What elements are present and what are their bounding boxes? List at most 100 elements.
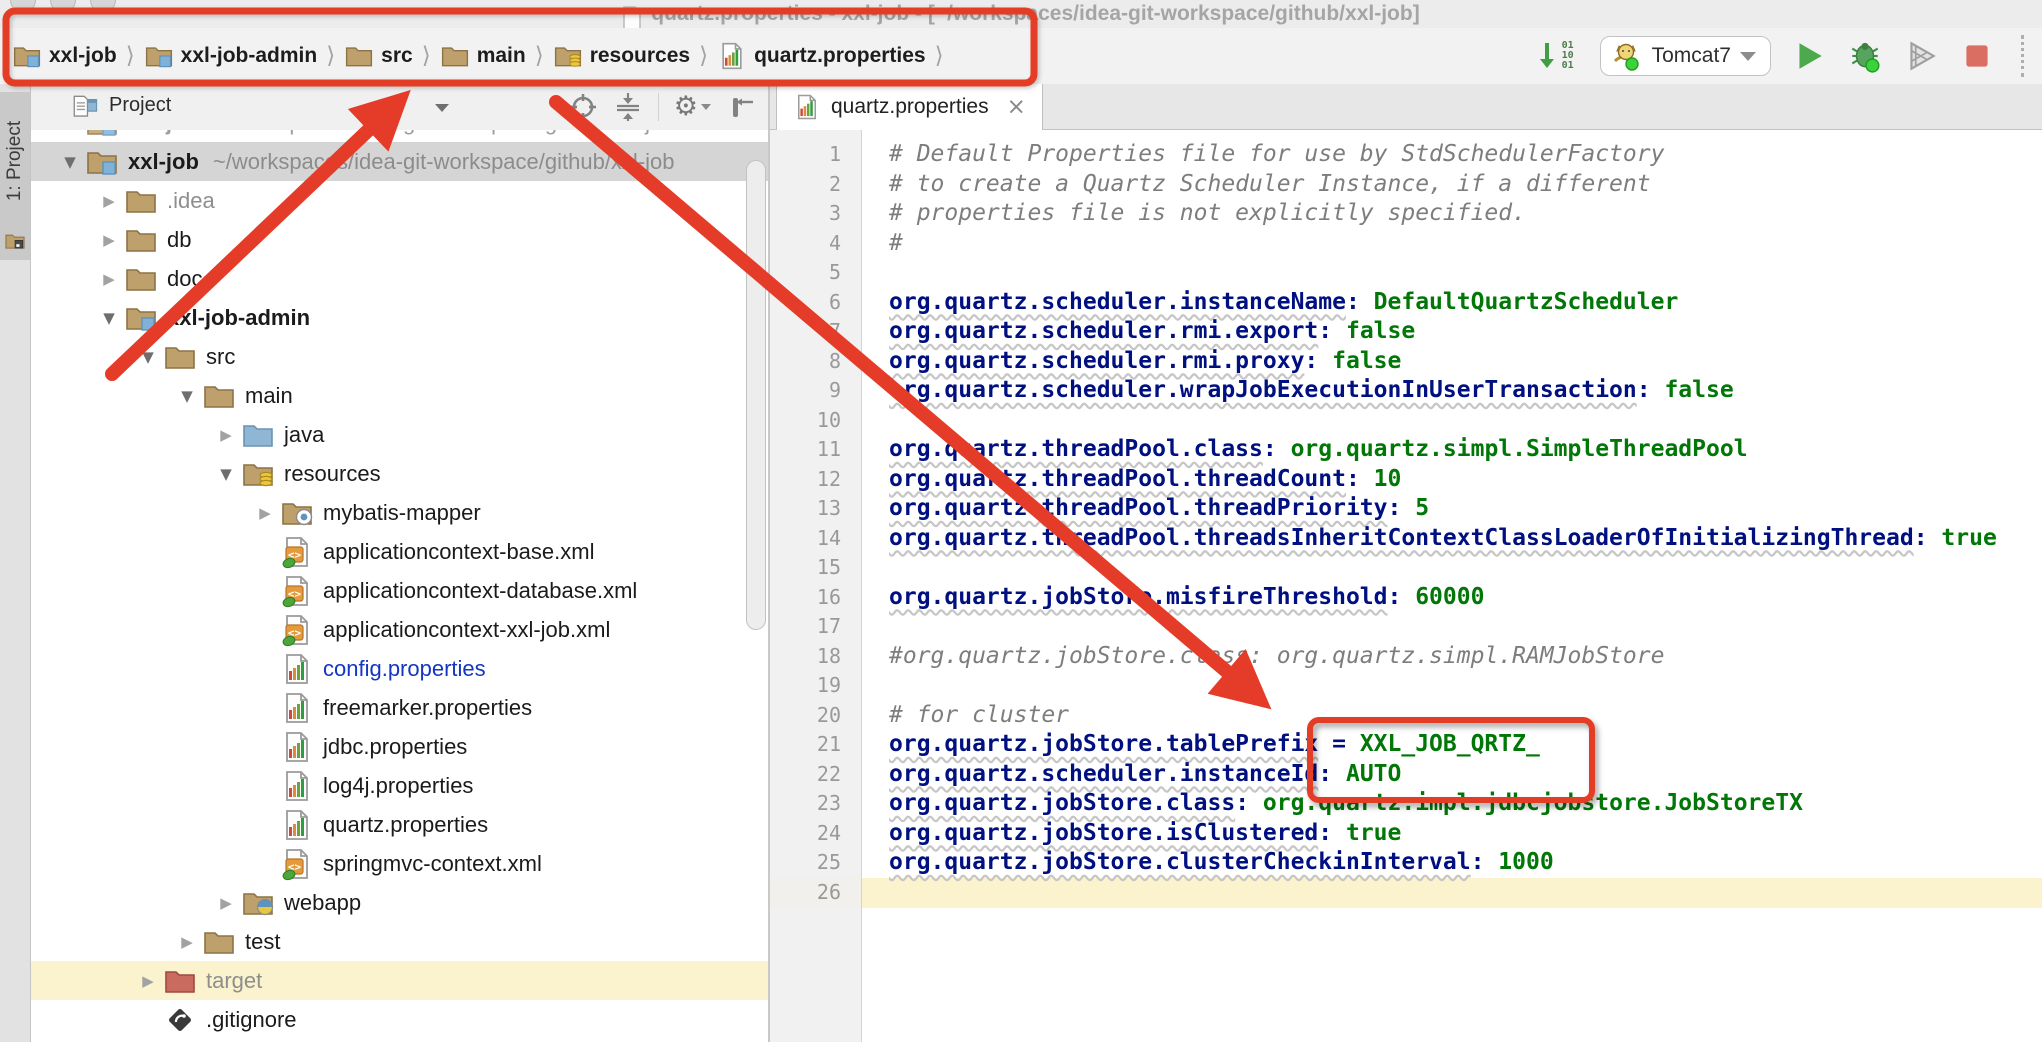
- project-tree: ▼xxl-job~/workspaces/idea-git-workspace/…: [31, 130, 768, 1042]
- breadcrumb-item-src[interactable]: src: [344, 41, 413, 71]
- tree-row-jdbc.properties[interactable]: jdbc.properties: [31, 727, 768, 766]
- code-line-25: org.quartz.jobStore.clusterCheckinInterv…: [863, 848, 2042, 878]
- window-title: quartz.properties - xxl-job - [~/workspa…: [651, 2, 1419, 26]
- run-with-coverage-button[interactable]: [1903, 38, 1939, 74]
- tree-row-applicationcontext-database.xml[interactable]: <>applicationcontext-database.xml: [31, 571, 768, 610]
- properties-file-icon: [793, 93, 821, 121]
- tree-row-test[interactable]: ▶test: [31, 922, 768, 961]
- tree-row-springmvc-context.xml[interactable]: <>springmvc-context.xml: [31, 844, 768, 883]
- tree-row-java[interactable]: ▶java: [31, 415, 768, 454]
- chevron-down-icon[interactable]: [435, 104, 449, 112]
- code-line-9: org.quartz.scheduler.wrapJobExecutionInU…: [863, 376, 2042, 406]
- run-configuration-select[interactable]: Tomcat7: [1600, 36, 1771, 76]
- tree-row-main[interactable]: ▼main: [31, 376, 768, 415]
- tree-row-mybatis-mapper[interactable]: ▶ mybatis-mapper: [31, 493, 768, 532]
- tree-row-applicationcontext-base.xml[interactable]: <>applicationcontext-base.xml: [31, 532, 768, 571]
- tree-item-label: freemarker.properties: [323, 695, 532, 721]
- toolbar-drag-handle[interactable]: [2021, 35, 2028, 77]
- expand-arrow-icon[interactable]: ▶: [172, 933, 202, 951]
- expand-arrow-icon[interactable]: ▶: [94, 192, 124, 210]
- line-number: 1: [770, 140, 861, 170]
- line-number: 25: [770, 848, 861, 878]
- properties-file-icon: [280, 730, 314, 764]
- collapse-arrow-icon[interactable]: ▼: [55, 130, 85, 132]
- breadcrumb-item-main[interactable]: main: [440, 41, 526, 71]
- expand-arrow-icon[interactable]: ▶: [250, 504, 280, 522]
- tree-row-doc[interactable]: ▶ doc: [31, 259, 768, 298]
- project-view-icon: [71, 93, 99, 121]
- tree-row-xxl-job[interactable]: ▼xxl-job~/workspaces/idea-git-workspace/…: [31, 130, 768, 142]
- java-folder-icon: [241, 418, 275, 452]
- close-icon[interactable]: ×: [1007, 94, 1026, 120]
- tree-item-label: applicationcontext-xxl-job.xml: [323, 617, 610, 643]
- settings-gear-button[interactable]: ⚙: [674, 93, 711, 121]
- spring-xml-icon: <>: [280, 613, 314, 647]
- tree-row-applicationcontext-xxl-job.xml[interactable]: <> applicationcontext-xxl-job.xml: [31, 610, 768, 649]
- line-number: 21: [770, 730, 861, 760]
- title-bar: quartz.properties - xxl-job - [~/workspa…: [0, 0, 2042, 29]
- project-tool-window-label: 1: Project: [4, 94, 26, 228]
- breadcrumb-item-xxl-job-admin[interactable]: xxl-job-admin: [144, 41, 318, 71]
- folder-icon: [202, 379, 236, 413]
- collapse-arrow-icon[interactable]: ▼: [94, 309, 124, 327]
- breadcrumb-item-quartz.properties[interactable]: quartz.properties: [717, 41, 926, 71]
- breadcrumb-item-resources[interactable]: resources: [553, 41, 690, 71]
- tree-item-label: config.properties: [323, 656, 486, 682]
- editor-code-area[interactable]: # Default Properties file for use by Std…: [863, 130, 2042, 1042]
- tree-scrollbar[interactable]: [746, 160, 766, 630]
- collapse-arrow-icon[interactable]: ▼: [133, 348, 163, 366]
- tree-row-target[interactable]: ▶target: [31, 961, 768, 1000]
- update-project-button[interactable]: 011001: [1528, 38, 1580, 74]
- breadcrumb: xxl-job⟩xxl-job-admin⟩src⟩main⟩resources…: [12, 28, 953, 84]
- project-panel-title[interactable]: Project: [109, 94, 171, 117]
- tree-row-db[interactable]: ▶ db: [31, 220, 768, 259]
- tree-row-.idea[interactable]: ▶.idea: [31, 181, 768, 220]
- tree-row-.gitignore[interactable]: .gitignore: [31, 1000, 768, 1039]
- breadcrumb-item-xxl-job[interactable]: xxl-job: [12, 41, 117, 71]
- run-button[interactable]: [1791, 38, 1827, 74]
- code-line-16: org.quartz.jobStore.misfireThreshold: 60…: [863, 583, 2042, 613]
- ide-window: quartz.properties - xxl-job - [~/workspa…: [0, 0, 2042, 1042]
- tab-quartz-properties[interactable]: quartz.properties ×: [776, 84, 1043, 130]
- breadcrumb-separator: ⟩: [126, 43, 135, 69]
- line-number: 24: [770, 819, 861, 849]
- code-editor[interactable]: 1234567891011121314151617181920212223242…: [770, 130, 2042, 1042]
- resources-folder-icon: [241, 457, 275, 491]
- collapse-arrow-icon[interactable]: ▼: [172, 387, 202, 405]
- tree-row-xxl-job[interactable]: ▼xxl-job~/workspaces/idea-git-workspace/…: [31, 142, 768, 181]
- stop-button[interactable]: [1959, 38, 1995, 74]
- tree-item-label: quartz.properties: [323, 812, 488, 838]
- tree-row-config.properties[interactable]: config.properties: [31, 649, 768, 688]
- tree-row-webapp[interactable]: ▶webapp: [31, 883, 768, 922]
- tree-item-label: doc: [167, 266, 202, 292]
- tree-row-freemarker.properties[interactable]: freemarker.properties: [31, 688, 768, 727]
- tree-item-label: resources: [284, 461, 381, 487]
- breadcrumb-separator: ⟩: [422, 43, 431, 69]
- tree-item-label: .gitignore: [206, 1007, 297, 1033]
- tree-row-log4j.properties[interactable]: log4j.properties: [31, 766, 768, 805]
- collapse-arrow-icon[interactable]: ▼: [211, 465, 241, 483]
- editor-tab-bar: quartz.properties ×: [770, 84, 2042, 130]
- tree-row-xxl-job-admin[interactable]: ▼xxl-job-admin: [31, 298, 768, 337]
- tree-row-src[interactable]: ▼src: [31, 337, 768, 376]
- vcs-update-icon: [1534, 40, 1560, 72]
- debug-button[interactable]: [1847, 38, 1883, 74]
- tree-item-label: mybatis-mapper: [323, 500, 481, 526]
- project-tool-window-button[interactable]: 1: Project: [0, 92, 30, 260]
- locate-file-button[interactable]: [568, 92, 598, 122]
- line-number: 5: [770, 258, 861, 288]
- collapse-arrow-icon[interactable]: ▼: [55, 153, 85, 171]
- expand-arrow-icon[interactable]: ▶: [211, 426, 241, 444]
- tree-row-resources[interactable]: ▼ resources: [31, 454, 768, 493]
- expand-arrow-icon[interactable]: ▶: [133, 972, 163, 990]
- expand-arrow-icon[interactable]: ▶: [94, 270, 124, 288]
- expand-arrow-icon[interactable]: ▶: [211, 894, 241, 912]
- navigation-bar: xxl-job⟩xxl-job-admin⟩src⟩main⟩resources…: [0, 28, 2042, 85]
- expand-arrow-icon[interactable]: ▶: [94, 231, 124, 249]
- hide-panel-button[interactable]: [726, 92, 756, 122]
- collapse-all-button[interactable]: [613, 92, 643, 122]
- line-number: 17: [770, 612, 861, 642]
- tree-item-label: db: [167, 227, 191, 253]
- tree-row-quartz.properties[interactable]: quartz.properties: [31, 805, 768, 844]
- tree-item-label: applicationcontext-database.xml: [323, 578, 637, 604]
